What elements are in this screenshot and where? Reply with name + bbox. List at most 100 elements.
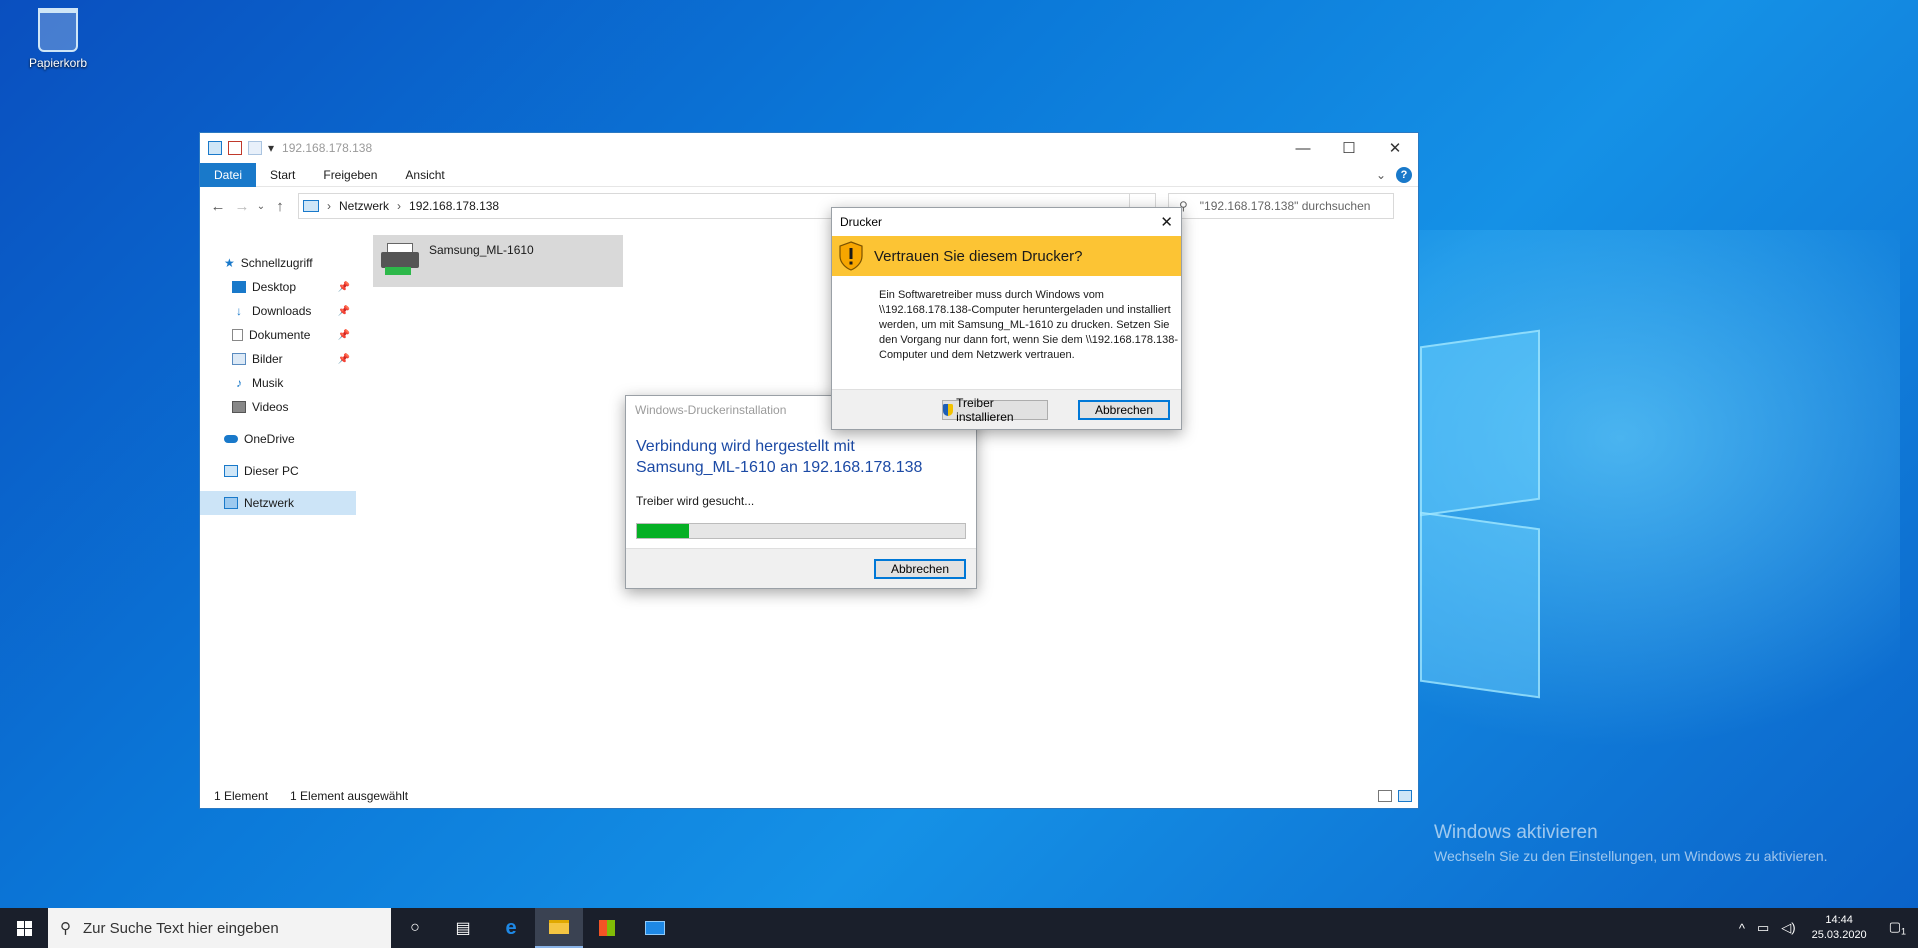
- sidebar-item-quick-access[interactable]: ★ Schnellzugriff: [200, 251, 356, 275]
- minimize-button[interactable]: —: [1280, 133, 1326, 163]
- clock-time: 14:44: [1825, 914, 1853, 926]
- large-icons-view-icon[interactable]: [1398, 790, 1412, 802]
- pc-icon: [224, 465, 238, 477]
- navigation-pane: ★ Schnellzugriff Desktop 📌 ↓ Downloads 📌…: [200, 251, 356, 515]
- computer-icon: [208, 141, 222, 155]
- cortana-icon[interactable]: ○: [391, 908, 439, 948]
- item-count: 1 Element: [214, 789, 269, 803]
- help-icon[interactable]: ?: [1396, 166, 1412, 183]
- volume-icon[interactable]: ◁): [1775, 920, 1801, 936]
- warning-shield-icon: [838, 241, 864, 271]
- task-view-icon[interactable]: ▤: [439, 908, 487, 948]
- cloud-icon: [224, 435, 238, 443]
- clock[interactable]: 14:44 25.03.2020: [1802, 913, 1877, 943]
- sidebar-label: Videos: [252, 400, 289, 414]
- status-bar: 1 Element 1 Element ausgewählt: [200, 784, 1418, 808]
- ribbon: Datei Start Freigeben Ansicht ⌄ ?: [200, 162, 1418, 187]
- sidebar-label: Schnellzugriff: [240, 256, 313, 270]
- store-icon[interactable]: [583, 908, 631, 948]
- title-bar: ▾ 192.168.178.138 — ☐ ✕: [200, 133, 1418, 163]
- uac-shield-icon: [943, 404, 954, 416]
- trust-printer-dialog: Drucker ✕ Vertrauen Sie diesem Drucker? …: [831, 207, 1182, 430]
- downloads-icon: ↓: [236, 304, 242, 318]
- pin-icon[interactable]: 📌: [338, 306, 350, 317]
- up-icon[interactable]: ↑: [268, 198, 292, 215]
- search-icon: ⚲: [60, 920, 71, 937]
- sidebar-label: Bilder: [252, 352, 283, 366]
- pictures-icon: [232, 353, 246, 365]
- action-center-icon[interactable]: ▢1: [1877, 919, 1918, 937]
- forward-icon[interactable]: →: [230, 198, 254, 215]
- show-hidden-icons-icon[interactable]: ^: [1733, 921, 1751, 936]
- notification-count: 1: [1900, 926, 1906, 937]
- sidebar-item-documents[interactable]: Dokumente 📌: [200, 323, 356, 347]
- search-placeholder: "192.168.178.138" durchsuchen: [1199, 199, 1371, 213]
- install-driver-label: Treiber installieren: [956, 396, 1014, 424]
- printer-item[interactable]: Samsung_ML-1610: [373, 235, 623, 287]
- new-folder-icon[interactable]: [248, 141, 262, 155]
- dialog-footer: Abbrechen: [626, 548, 976, 588]
- clock-date: 25.03.2020: [1811, 929, 1867, 941]
- install-driver-button[interactable]: Treiber installieren: [942, 396, 1048, 424]
- recent-locations-icon[interactable]: ⌄: [254, 201, 268, 212]
- sidebar-item-music[interactable]: ♪ Musik: [200, 371, 356, 395]
- back-icon[interactable]: ←: [206, 198, 230, 215]
- windows-icon: [16, 920, 32, 936]
- navigation-bar: ← → ⌄ ↑ › Netzwerk › 192.168.178.138 ⌄ ⚲…: [200, 187, 1418, 225]
- sidebar-item-downloads[interactable]: ↓ Downloads 📌: [200, 299, 356, 323]
- desktop-icon: [232, 281, 246, 293]
- close-icon[interactable]: ✕: [1160, 213, 1173, 231]
- cancel-button[interactable]: Abbrechen: [874, 559, 966, 579]
- recycle-bin-label: Papierkorb: [28, 56, 88, 70]
- warning-banner: Vertrauen Sie diesem Drucker?: [832, 236, 1181, 276]
- mail-icon[interactable]: [631, 908, 679, 948]
- sidebar-item-videos[interactable]: Videos: [200, 395, 356, 419]
- breadcrumb-separator-icon[interactable]: ›: [327, 199, 331, 213]
- sidebar-label: Dieser PC: [244, 464, 299, 478]
- details-view-icon[interactable]: [1378, 790, 1392, 802]
- sidebar-item-onedrive[interactable]: OneDrive: [200, 427, 356, 451]
- windows-logo-wallpaper: [1420, 329, 1540, 699]
- pin-icon[interactable]: 📌: [338, 354, 350, 365]
- breadcrumb-host[interactable]: 192.168.178.138: [409, 199, 499, 213]
- sidebar-item-pictures[interactable]: Bilder 📌: [200, 347, 356, 371]
- network-status-icon[interactable]: ▭: [1751, 920, 1775, 936]
- watermark-title: Windows aktivieren: [1434, 822, 1598, 843]
- sidebar-label: Netzwerk: [244, 496, 295, 510]
- dialog-caption: Drucker: [840, 215, 883, 229]
- trust-question: Vertrauen Sie diesem Drucker?: [874, 247, 1083, 265]
- dialog-footer: Treiber installieren Abbrechen: [832, 389, 1181, 429]
- sidebar-item-this-pc[interactable]: Dieser PC: [200, 459, 356, 483]
- sidebar-label: Downloads: [252, 304, 312, 318]
- edge-icon[interactable]: e: [487, 908, 535, 948]
- expand-ribbon-icon[interactable]: ⌄: [1376, 168, 1386, 182]
- sidebar-label: OneDrive: [244, 432, 295, 446]
- printer-name: Samsung_ML-1610: [429, 243, 534, 257]
- tab-datei[interactable]: Datei: [200, 162, 257, 187]
- music-icon: ♪: [236, 376, 242, 390]
- tab-ansicht[interactable]: Ansicht: [391, 163, 458, 187]
- search-input[interactable]: ⚲ "192.168.178.138" durchsuchen: [1168, 193, 1394, 219]
- tab-freigeben[interactable]: Freigeben: [309, 163, 391, 187]
- quick-access-dropdown-icon[interactable]: ▾: [268, 141, 274, 155]
- pin-icon[interactable]: 📌: [338, 330, 350, 341]
- recycle-bin[interactable]: Papierkorb: [20, 8, 96, 70]
- progress-fill: [637, 524, 690, 538]
- star-icon: ★: [224, 256, 235, 270]
- maximize-button[interactable]: ☐: [1326, 133, 1372, 163]
- taskbar-search-input[interactable]: ⚲ Zur Suche Text hier eingeben: [48, 908, 391, 948]
- file-explorer-icon[interactable]: [535, 908, 583, 948]
- breadcrumb-netzwerk[interactable]: Netzwerk: [339, 199, 389, 213]
- breadcrumb-separator-icon[interactable]: ›: [397, 199, 401, 213]
- cancel-button[interactable]: Abbrechen: [1078, 400, 1170, 420]
- close-button[interactable]: ✕: [1372, 133, 1418, 163]
- tab-start[interactable]: Start: [256, 163, 309, 187]
- recycle-bin-icon: [38, 8, 78, 52]
- pin-icon[interactable]: 📌: [338, 282, 350, 293]
- sidebar-item-desktop[interactable]: Desktop 📌: [200, 275, 356, 299]
- documents-icon: [232, 329, 243, 341]
- start-button[interactable]: [0, 908, 48, 948]
- sidebar-item-network[interactable]: Netzwerk: [200, 491, 356, 515]
- properties-icon[interactable]: [228, 141, 242, 155]
- videos-icon: [232, 401, 246, 413]
